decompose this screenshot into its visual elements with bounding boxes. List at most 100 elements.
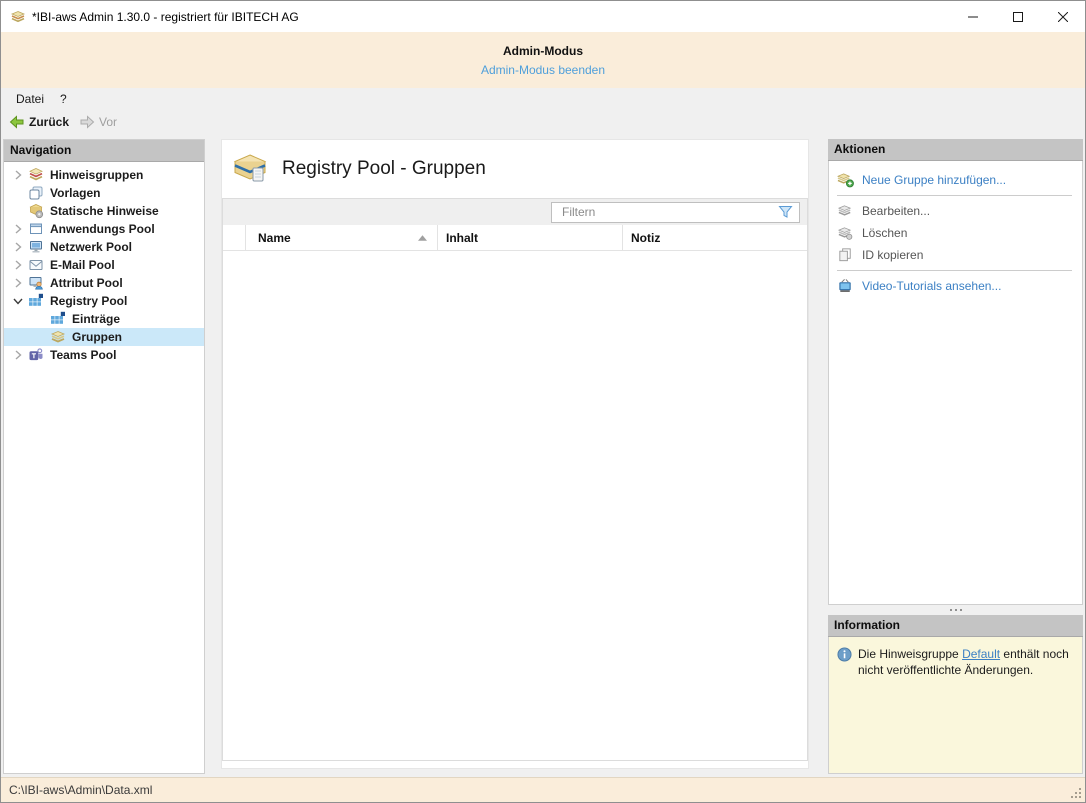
delete-group-icon bbox=[837, 227, 853, 240]
navigation-panel: Navigation Hinweisgruppen Vorlagen Stati… bbox=[3, 139, 205, 774]
information-header: Information bbox=[828, 615, 1083, 637]
back-button[interactable]: Zurück bbox=[6, 113, 72, 131]
nav-item-gruppen[interactable]: Gruppen bbox=[4, 328, 204, 346]
nav-item-attribut-pool[interactable]: Attribut Pool bbox=[4, 274, 204, 292]
information-message: Die Hinweisgruppe Default enthält noch n… bbox=[858, 646, 1074, 765]
chevron-down-icon[interactable] bbox=[8, 293, 28, 309]
forward-label: Vor bbox=[99, 114, 118, 129]
column-header-notiz[interactable]: Notiz bbox=[623, 225, 807, 250]
admin-mode-title: Admin-Modus bbox=[503, 43, 583, 58]
nav-item-label: E-Mail Pool bbox=[50, 258, 115, 272]
filter-funnel-icon[interactable] bbox=[778, 205, 793, 219]
network-pool-icon bbox=[30, 241, 42, 253]
menu-datei[interactable]: Datei bbox=[8, 90, 52, 108]
maximize-icon bbox=[1012, 11, 1023, 22]
minimize-button[interactable] bbox=[950, 1, 995, 32]
chevron-right-icon[interactable] bbox=[8, 221, 28, 237]
nav-item-vorlagen[interactable]: Vorlagen bbox=[4, 184, 204, 202]
maximize-button[interactable] bbox=[995, 1, 1040, 32]
menu-help[interactable]: ? bbox=[52, 90, 75, 108]
nav-item-label: Registry Pool bbox=[50, 294, 128, 308]
column-label: Inhalt bbox=[446, 230, 478, 245]
sort-ascending-icon bbox=[418, 234, 427, 241]
column-header-name[interactable]: Name bbox=[246, 225, 438, 250]
action-copy-id[interactable]: ID kopieren bbox=[829, 244, 1082, 266]
default-group-link[interactable]: Default bbox=[962, 647, 1000, 661]
resize-grip[interactable] bbox=[1070, 787, 1083, 800]
nav-item-hinweisgruppen[interactable]: Hinweisgruppen bbox=[4, 166, 204, 184]
nav-item-teams-pool[interactable]: Teams Pool bbox=[4, 346, 204, 364]
statusbar: C:\IBI-aws\Admin\Data.xml bbox=[1, 777, 1085, 802]
toolbar: Zurück Vor bbox=[1, 109, 1085, 134]
nav-item-email-pool[interactable]: E-Mail Pool bbox=[4, 256, 204, 274]
column-header-inhalt[interactable]: Inhalt bbox=[438, 225, 623, 250]
email-pool-icon bbox=[29, 260, 43, 270]
info-icon bbox=[837, 647, 852, 662]
templates-icon bbox=[29, 186, 43, 200]
minimize-icon bbox=[967, 16, 978, 17]
action-label: Löschen bbox=[862, 226, 908, 240]
window-title: *IBI-aws Admin 1.30.0 - registriert für … bbox=[32, 9, 299, 24]
action-label: Bearbeiten... bbox=[862, 204, 931, 218]
chevron-right-icon[interactable] bbox=[8, 257, 28, 273]
actions-separator bbox=[837, 270, 1072, 271]
actions-panel: Neue Gruppe hinzufügen... Bearbeiten... bbox=[828, 161, 1083, 605]
actions-separator bbox=[837, 195, 1072, 196]
menubar: Datei ? bbox=[1, 88, 1085, 109]
nav-item-label: Statische Hinweise bbox=[50, 204, 159, 218]
nav-item-anwendungs-pool[interactable]: Anwendungs Pool bbox=[4, 220, 204, 238]
nav-item-netzwerk-pool[interactable]: Netzwerk Pool bbox=[4, 238, 204, 256]
arrow-right-icon bbox=[80, 114, 95, 129]
filter-row bbox=[223, 199, 807, 225]
teams-pool-icon bbox=[29, 348, 43, 361]
add-group-icon bbox=[837, 173, 854, 188]
admin-mode-exit-link[interactable]: Admin-Modus beenden bbox=[481, 63, 605, 77]
nav-item-label: Anwendungs Pool bbox=[50, 222, 155, 236]
navigation-header: Navigation bbox=[4, 140, 204, 162]
app-window: *IBI-aws Admin 1.30.0 - registriert für … bbox=[0, 0, 1086, 803]
action-delete[interactable]: Löschen bbox=[829, 222, 1082, 244]
admin-mode-banner: Admin-Modus Admin-Modus beenden bbox=[1, 32, 1085, 88]
action-edit[interactable]: Bearbeiten... bbox=[829, 200, 1082, 222]
chevron-right-icon[interactable] bbox=[8, 347, 28, 363]
actions-header: Aktionen bbox=[828, 139, 1083, 161]
column-header-spacer bbox=[223, 225, 246, 250]
action-add-group[interactable]: Neue Gruppe hinzufügen... bbox=[829, 169, 1082, 191]
titlebar: *IBI-aws Admin 1.30.0 - registriert für … bbox=[1, 1, 1085, 32]
nav-item-label: Gruppen bbox=[72, 330, 122, 344]
nav-item-label: Attribut Pool bbox=[50, 276, 123, 290]
data-file-path: C:\IBI-aws\Admin\Data.xml bbox=[9, 783, 153, 797]
right-column: Aktionen Neue Gruppe hinzufügen... Bearb… bbox=[828, 139, 1083, 774]
forward-button[interactable]: Vor bbox=[76, 113, 120, 131]
nav-item-label: Hinweisgruppen bbox=[50, 168, 144, 182]
panel-splitter-handle[interactable] bbox=[828, 605, 1083, 615]
registry-entries-icon bbox=[51, 311, 65, 324]
static-hints-icon bbox=[29, 204, 44, 219]
app-logo-icon bbox=[10, 10, 26, 22]
main-title-row: Registry Pool - Gruppen bbox=[222, 140, 808, 198]
arrow-left-icon bbox=[9, 114, 24, 129]
table-body-empty[interactable] bbox=[223, 251, 807, 760]
filter-box bbox=[551, 201, 800, 223]
info-text-before: Die Hinweisgruppe bbox=[858, 647, 963, 661]
chevron-right-icon[interactable] bbox=[8, 275, 28, 291]
nav-item-statische-hinweise[interactable]: Statische Hinweise bbox=[4, 202, 204, 220]
back-label: Zurück bbox=[29, 114, 70, 129]
nav-item-eintraege[interactable]: Einträge bbox=[4, 310, 204, 328]
action-label: Neue Gruppe hinzufügen... bbox=[862, 173, 1007, 187]
main-panel: Registry Pool - Gruppen Name bbox=[221, 139, 809, 769]
action-video-tutorials[interactable]: Video-Tutorials ansehen... bbox=[829, 275, 1082, 297]
navigation-tree: Hinweisgruppen Vorlagen Statische Hinwei… bbox=[4, 162, 204, 364]
groups-icon bbox=[50, 331, 66, 343]
registry-groups-icon bbox=[233, 154, 267, 182]
groups-table: Name Inhalt Notiz bbox=[222, 198, 808, 761]
hint-groups-icon bbox=[29, 168, 43, 181]
column-label: Notiz bbox=[631, 230, 661, 245]
filter-input[interactable] bbox=[552, 205, 778, 219]
chevron-right-icon[interactable] bbox=[8, 239, 28, 255]
chevron-right-icon[interactable] bbox=[8, 167, 28, 183]
close-button[interactable] bbox=[1040, 1, 1085, 32]
nav-item-label: Teams Pool bbox=[50, 348, 117, 362]
nav-item-registry-pool[interactable]: Registry Pool bbox=[4, 292, 204, 310]
